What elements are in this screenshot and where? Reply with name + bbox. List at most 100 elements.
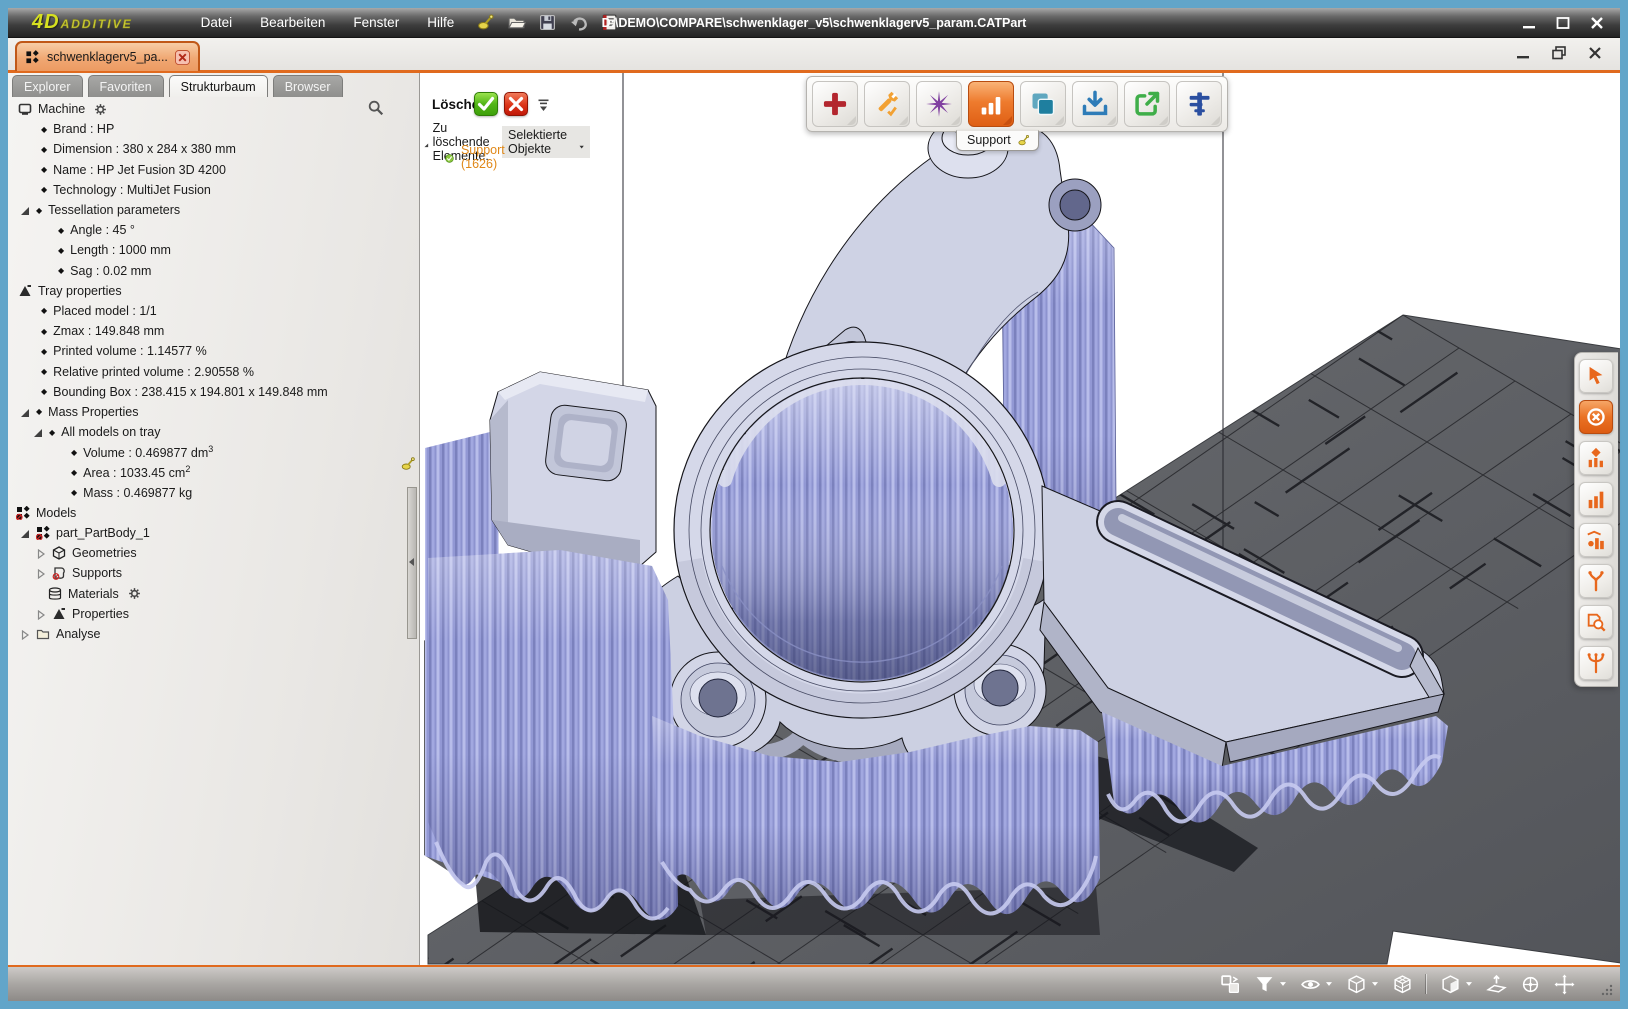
selected-support-item[interactable]: Support (1626): [445, 143, 511, 171]
delete-support-button[interactable]: [1579, 400, 1613, 434]
support-bars-icon: [1585, 488, 1607, 510]
export-button[interactable]: [1124, 81, 1170, 127]
import-button[interactable]: [1072, 81, 1118, 127]
viewport-3d[interactable]: Löschen Zu löschende Elemente: Selektier…: [420, 73, 1620, 965]
panel-pin-icon[interactable]: [400, 456, 416, 472]
tree-item-mass-properties[interactable]: ◆Mass Properties: [8, 402, 403, 422]
tree-item-tray-properties[interactable]: Tray properties: [8, 281, 403, 301]
tree-item-volume[interactable]: ◆Volume : 0.469877 dm3: [8, 442, 403, 462]
select-cursor-button[interactable]: [1579, 359, 1613, 393]
support-bars-button[interactable]: [1579, 482, 1613, 516]
menu-hilfe[interactable]: Hilfe: [415, 11, 466, 34]
menu-fenster[interactable]: Fenster: [341, 11, 411, 34]
support-button[interactable]: [968, 81, 1014, 127]
expander-closed-icon[interactable]: [20, 629, 30, 639]
filter-options-icon[interactable]: [538, 99, 549, 112]
tree-item-analyse[interactable]: Analyse: [8, 624, 403, 644]
model-ring[interactable]: [674, 342, 1050, 718]
confirm-button[interactable]: [474, 92, 498, 116]
expander-closed-icon[interactable]: [36, 609, 46, 619]
document-tab-bar: schwenklagerv5_pa...: [8, 38, 1620, 73]
scene-canvas[interactable]: [420, 73, 1620, 965]
tree-item-placed-model[interactable]: ◆Placed model : 1/1: [8, 301, 403, 321]
doc-restore-button[interactable]: [1550, 44, 1568, 62]
tree-item-properties[interactable]: Properties: [8, 604, 403, 624]
view-cube-button[interactable]: [1440, 974, 1473, 995]
minimize-button[interactable]: [1520, 14, 1538, 32]
tree-item-zmax[interactable]: ◆Zmax : 149.848 mm: [8, 321, 403, 341]
tree-item-length[interactable]: ◆Length : 1000 mm: [8, 240, 403, 260]
collapse-icon[interactable]: [424, 137, 429, 147]
save-button[interactable]: [538, 13, 557, 32]
expander-open-icon[interactable]: [33, 427, 43, 437]
tree-item-models[interactable]: Models: [8, 503, 403, 523]
document-tab[interactable]: schwenklagerv5_pa...: [15, 41, 200, 71]
trident-support-button[interactable]: [1579, 646, 1613, 680]
tree-item-label: Area : 1033.45 cm2: [83, 464, 190, 480]
visibility-button[interactable]: [1300, 974, 1333, 995]
support-diamond-button[interactable]: [1579, 441, 1613, 475]
tree-item-angle[interactable]: ◆Angle : 45 °: [8, 220, 403, 240]
menu-bearbeiten[interactable]: Bearbeiten: [248, 11, 337, 34]
render-wireframe-button[interactable]: [1346, 974, 1379, 995]
support-dot-icon: [1585, 529, 1607, 551]
doc-close-button[interactable]: [1586, 44, 1604, 62]
open-folder-button[interactable]: [507, 13, 526, 32]
tree-item-brand[interactable]: ◆Brand : HP: [8, 119, 403, 139]
star-burst-button[interactable]: [916, 81, 962, 127]
tab-strukturbaum[interactable]: Strukturbaum: [169, 75, 268, 97]
close-button[interactable]: [1588, 14, 1606, 32]
expander-open-icon[interactable]: [20, 528, 30, 538]
tree-item-label: All models on tray: [61, 425, 160, 439]
tree-item-machine[interactable]: Machine: [8, 99, 403, 119]
tray-view-button[interactable]: [1486, 974, 1507, 995]
repair-button[interactable]: [864, 81, 910, 127]
tab-browser[interactable]: Browser: [273, 75, 343, 97]
tree-item-all-models-on-tray[interactable]: ◆All models on tray: [8, 422, 403, 442]
maximize-button[interactable]: [1554, 14, 1572, 32]
resize-grip[interactable]: [1600, 983, 1614, 997]
tree-item-mass[interactable]: ◆Mass : 0.469877 kg: [8, 483, 403, 503]
tree-item-supports[interactable]: Supports: [8, 563, 403, 583]
tree-item-bounding-box[interactable]: ◆Bounding Box : 238.415 x 194.801 x 149.…: [8, 382, 403, 402]
tree-item-area[interactable]: ◆Area : 1033.45 cm2: [8, 462, 403, 482]
expander-open-icon[interactable]: [20, 407, 30, 417]
support-dot-button[interactable]: [1579, 523, 1613, 557]
pan-button[interactable]: [1554, 974, 1575, 995]
pin-button[interactable]: [476, 13, 495, 32]
tree-item-relative-printed-volume[interactable]: ◆Relative printed volume : 2.90558 %: [8, 361, 403, 381]
tree-item-printed-volume[interactable]: ◆Printed volume : 1.14577 %: [8, 341, 403, 361]
undo-button[interactable]: [569, 13, 588, 32]
render-shaded-button[interactable]: [1392, 974, 1413, 995]
swap-view-button[interactable]: [1220, 974, 1241, 995]
tree-item-sag[interactable]: ◆Sag : 0.02 mm: [8, 261, 403, 281]
expander-open-icon[interactable]: [20, 205, 30, 215]
cancel-button[interactable]: [504, 92, 528, 116]
tab-explorer[interactable]: Explorer: [12, 75, 83, 97]
gear-icon[interactable]: [128, 587, 141, 600]
tab-close-icon[interactable]: [175, 50, 190, 65]
tree-item-tessellation-parameters[interactable]: ◆Tessellation parameters: [8, 200, 403, 220]
selection-dropdown[interactable]: Selektierte Objekte: [502, 126, 590, 158]
tree-item-dimension[interactable]: ◆Dimension : 380 x 284 x 380 mm: [8, 139, 403, 159]
tree-item-technology[interactable]: ◆Technology : MultiJet Fusion: [8, 180, 403, 200]
copy-button[interactable]: [1020, 81, 1066, 127]
filter-button[interactable]: [1254, 974, 1287, 995]
orbit-button[interactable]: [1520, 974, 1541, 995]
inspect-button[interactable]: [1579, 605, 1613, 639]
tree-support-button[interactable]: [1579, 564, 1613, 598]
panel-splitter[interactable]: [407, 487, 417, 639]
gear-icon[interactable]: [94, 103, 107, 116]
expander-closed-icon[interactable]: [36, 548, 46, 558]
doc-minimize-button[interactable]: [1514, 44, 1532, 62]
add-button[interactable]: [812, 81, 858, 127]
menu-datei[interactable]: Datei: [189, 11, 245, 34]
tree-item-geometries[interactable]: Geometries: [8, 543, 403, 563]
tree-item-name[interactable]: ◆Name : HP Jet Fusion 3D 4200: [8, 160, 403, 180]
part-icon: [25, 50, 40, 65]
measure-button[interactable]: [1176, 81, 1222, 127]
tree-item-part-partbody-1[interactable]: part_PartBody_1: [8, 523, 403, 543]
tree-item-materials[interactable]: Materials: [8, 584, 403, 604]
tab-favoriten[interactable]: Favoriten: [88, 75, 164, 97]
expander-closed-icon[interactable]: [36, 568, 46, 578]
